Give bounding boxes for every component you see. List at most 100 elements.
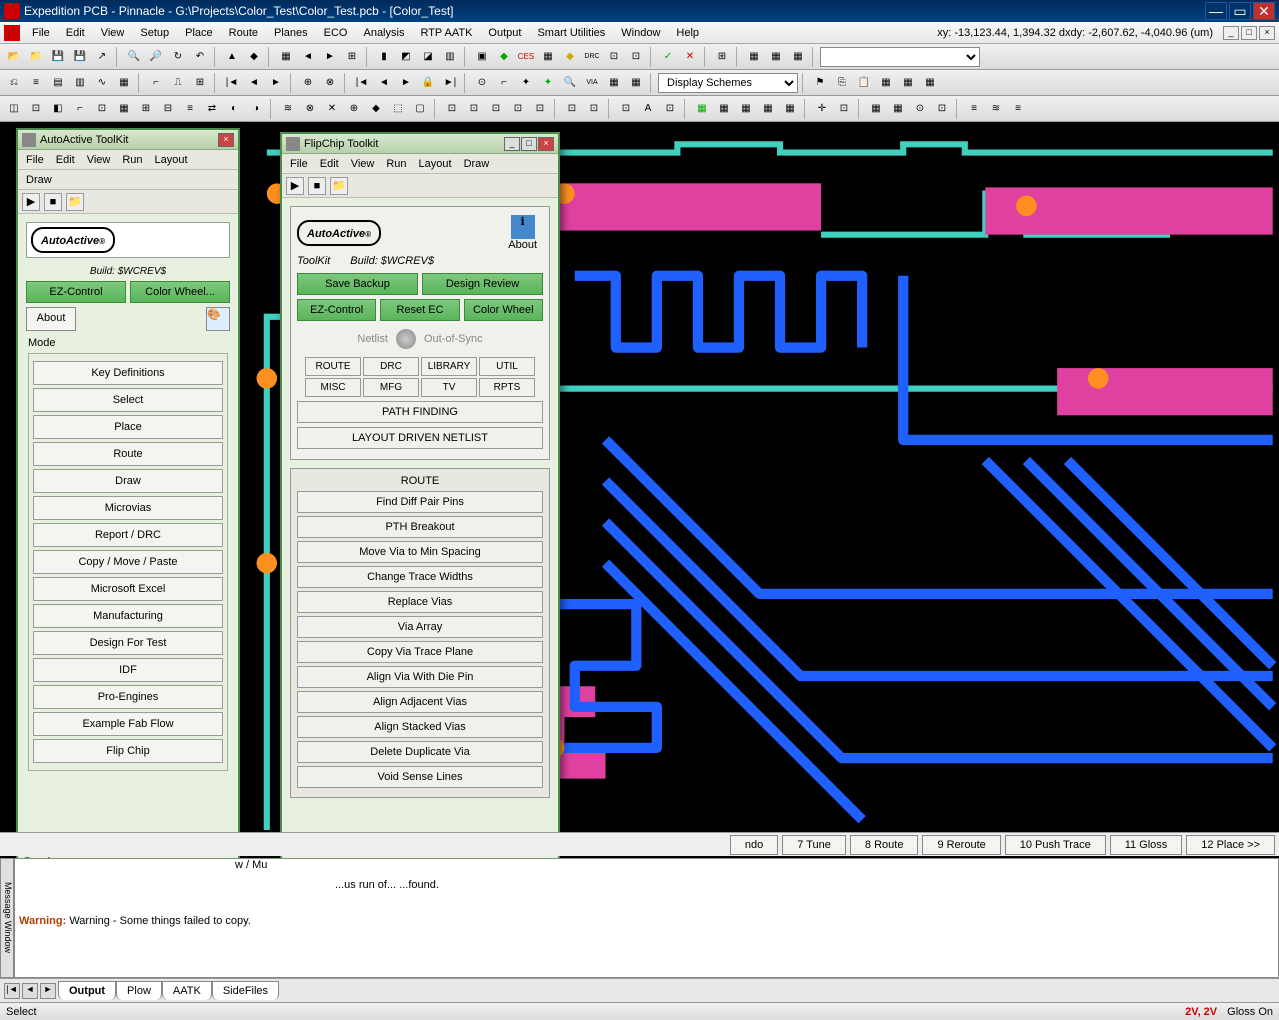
t3-8-icon[interactable]: ⊟ [158,99,178,119]
via4-icon[interactable]: ✦ [538,73,558,93]
t3-23-icon[interactable]: ⊡ [508,99,528,119]
t3-33-icon[interactable]: ▦ [758,99,778,119]
t3-3-icon[interactable]: ◧ [48,99,68,119]
aa-menu-file[interactable]: File [20,152,50,168]
fc-stop-icon[interactable]: ■ [308,177,326,195]
t3-7-icon[interactable]: ⊞ [136,99,156,119]
export-icon[interactable]: ↗ [92,47,112,67]
aa-stop-icon[interactable]: ■ [44,193,62,211]
t3-12-icon[interactable]: ◑ [246,99,266,119]
fc-menu-view[interactable]: View [345,156,381,172]
step4-icon[interactable]: ►| [440,73,460,93]
t3-28-icon[interactable]: A [638,99,658,119]
fc-menu-edit[interactable]: Edit [314,156,345,172]
gloss-button[interactable]: 11 Gloss [1110,835,1183,855]
mode-key-defs[interactable]: Key Definitions [33,361,223,385]
aa-close[interactable]: × [218,133,234,147]
via2-icon[interactable]: ⌐ [494,73,514,93]
t3-6-icon[interactable]: ▦ [114,99,134,119]
cancel-icon[interactable]: ✕ [680,47,700,67]
layer-icon[interactable]: ▦ [276,47,296,67]
tab-output[interactable]: Output [58,981,116,1000]
void-sense-button[interactable]: Void Sense Lines [297,766,543,788]
pin1-icon[interactable]: ⊕ [298,73,318,93]
via6-icon[interactable]: VIA [582,73,602,93]
t3-15-icon[interactable]: ✕ [322,99,342,119]
misc1-icon[interactable]: ⊡ [604,47,624,67]
find-icon[interactable]: 🔎 [146,47,166,67]
t3-18-icon[interactable]: ⬚ [388,99,408,119]
panel1-icon[interactable]: ▮ [374,47,394,67]
t3-19-icon[interactable]: ▢ [410,99,430,119]
prev-icon[interactable]: ◄ [298,47,318,67]
menu-help[interactable]: Help [668,25,707,41]
menu-output[interactable]: Output [480,25,529,41]
mode-select[interactable]: Select [33,388,223,412]
board-icon[interactable]: ▦ [538,47,558,67]
mode-route[interactable]: Route [33,442,223,466]
find-diff-pair-button[interactable]: Find Diff Pair Pins [297,491,543,513]
tool-a-icon[interactable]: ▲ [222,47,242,67]
t3-9-icon[interactable]: ≡ [180,99,200,119]
menu-view[interactable]: View [93,25,133,41]
t2-4-icon[interactable]: ▥ [70,73,90,93]
fc-about-button[interactable]: ℹ About [502,213,543,253]
fc-menu-run[interactable]: Run [380,156,412,172]
t3-2-icon[interactable]: ⊡ [26,99,46,119]
t3-42-icon[interactable]: ≋ [986,99,1006,119]
mode-draw[interactable]: Draw [33,469,223,493]
tab-next-icon[interactable]: ► [40,983,56,999]
close-button[interactable]: ✕ [1253,2,1275,20]
fc-ez-control-button[interactable]: EZ-Control [297,299,376,321]
t2-2-icon[interactable]: ≡ [26,73,46,93]
mode-copy[interactable]: Copy / Move / Paste [33,550,223,574]
maximize-button[interactable]: ▭ [1229,2,1251,20]
autoactive-titlebar[interactable]: AutoActive ToolKit × [18,130,238,150]
t2-5-icon[interactable]: ∿ [92,73,112,93]
tab-rpts[interactable]: RPTS [479,378,535,397]
aa-color-wheel-button[interactable]: Color Wheel... [130,281,230,303]
search-combo[interactable] [820,47,980,67]
chart3-icon[interactable]: ▦ [788,47,808,67]
mode-idf[interactable]: IDF [33,658,223,682]
via5-icon[interactable]: 🔍 [560,73,580,93]
t3-4-icon[interactable]: ⌐ [70,99,90,119]
fc-path-finding-button[interactable]: PATH FINDING [297,401,543,423]
mdi-min[interactable]: _ [1223,26,1239,40]
step1-icon[interactable]: |◄ [352,73,372,93]
lock-icon[interactable]: 🔒 [418,73,438,93]
green-icon[interactable]: ◆ [494,47,514,67]
mode-excel[interactable]: Microsoft Excel [33,577,223,601]
fc-save-backup-button[interactable]: Save Backup [297,273,418,295]
t3-22-icon[interactable]: ⊡ [486,99,506,119]
push-trace-button[interactable]: 10 Push Trace [1005,835,1106,855]
nav1-icon[interactable]: |◄ [222,73,242,93]
delete-dup-via-button[interactable]: Delete Duplicate Via [297,741,543,763]
tab-tv[interactable]: TV [421,378,477,397]
fc-min[interactable]: _ [504,137,520,151]
via-array-button[interactable]: Via Array [297,616,543,638]
t3-26-icon[interactable]: ⊡ [584,99,604,119]
mode-flipchip[interactable]: Flip Chip [33,739,223,763]
fc-menu-layout[interactable]: Layout [413,156,458,172]
route-button[interactable]: 8 Route [850,835,919,855]
tab-plow[interactable]: Plow [116,981,162,1000]
menu-window[interactable]: Window [613,25,668,41]
menu-setup[interactable]: Setup [132,25,177,41]
t3-17-icon[interactable]: ◆ [366,99,386,119]
t3-30-icon[interactable]: ▦ [692,99,712,119]
panel3-icon[interactable]: ◪ [418,47,438,67]
reroute-button[interactable]: 9 Reroute [922,835,1000,855]
change-trace-button[interactable]: Change Trace Widths [297,566,543,588]
t3-43-icon[interactable]: ≡ [1008,99,1028,119]
move-via-button[interactable]: Move Via to Min Spacing [297,541,543,563]
t3-32-icon[interactable]: ▦ [736,99,756,119]
aa-about-button[interactable]: About [26,307,76,331]
folder-icon[interactable]: 📁 [26,47,46,67]
t3-25-icon[interactable]: ⊡ [562,99,582,119]
fc-fold-icon[interactable]: 📁 [330,177,348,195]
tab-first-icon[interactable]: |◄ [4,983,20,999]
t3-37-icon[interactable]: ▦ [866,99,886,119]
tbl3-icon[interactable]: ▦ [920,73,940,93]
flag-icon[interactable]: ⚑ [810,73,830,93]
